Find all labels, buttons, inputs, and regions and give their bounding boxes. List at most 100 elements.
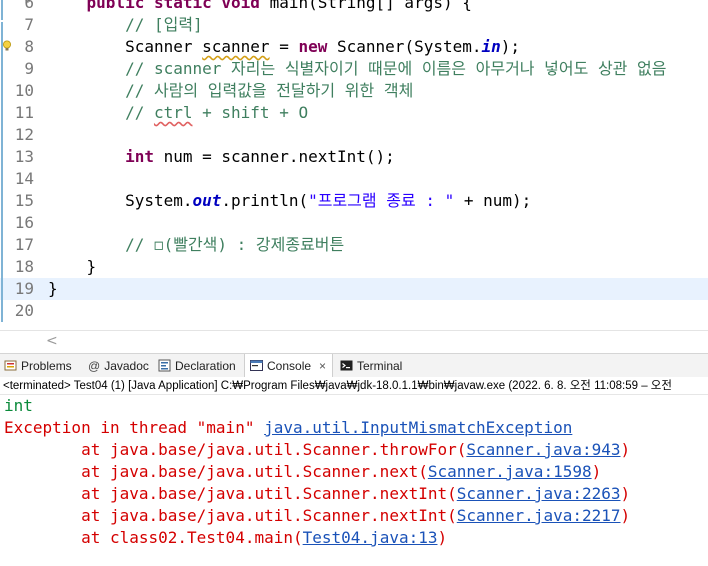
code-token: ); (500, 37, 521, 56)
code-token: // scanner 자리는 식별자이기 때문에 이름은 아무거나 넣어도 상관… (125, 59, 667, 78)
problems-icon (4, 360, 17, 371)
code-token: // ◻(빨간색) : 강제종료버튼 (125, 235, 345, 254)
code-token: new (298, 37, 328, 56)
code-text: Scanner scanner = new Scanner(System.in)… (48, 36, 520, 58)
editor-line[interactable]: 13 int num = scanner.nextInt(); (0, 146, 708, 168)
horizontal-scrollbar[interactable]: < (0, 330, 708, 353)
at-icon: @ (88, 359, 101, 373)
console-input-echo: int (4, 396, 33, 415)
editor-line[interactable]: 15 System.out.println("프로그램 종료 : " + num… (0, 190, 708, 212)
code-token: } (48, 279, 58, 298)
fold-collapse-icon[interactable]: ⊖ (25, 0, 33, 6)
code-token: = (269, 37, 299, 56)
tab-console-label: Console (267, 359, 312, 373)
scroll-left-arrow-icon[interactable]: < (46, 333, 58, 349)
code-text: // ctrl + shift + O (48, 102, 308, 124)
line-number: 14 (14, 169, 34, 188)
source-link[interactable]: Scanner.java:2263 (457, 484, 621, 503)
code-token: public (86, 0, 145, 12)
code-token: + num); (454, 191, 532, 210)
code-token: .println( (221, 191, 309, 210)
warning-lightbulb-icon[interactable] (2, 40, 12, 52)
line-number: 15 (14, 191, 34, 210)
code-text: } (48, 278, 58, 300)
source-link[interactable]: Scanner.java:1598 (428, 462, 592, 481)
code-token: scanner (202, 37, 270, 56)
line-number: 13 (14, 147, 34, 166)
line-number: 20 (14, 301, 34, 320)
code-token: in (481, 37, 501, 56)
tab-console[interactable]: Console × (244, 354, 334, 378)
code-text: System.out.println("프로그램 종료 : " + num); (48, 190, 531, 212)
tab-declaration[interactable]: Declaration (158, 354, 236, 378)
line-number: 11 (14, 103, 34, 122)
editor-line[interactable]: 8 Scanner scanner = new Scanner(System.i… (0, 36, 708, 58)
code-text: // [입력] (48, 14, 203, 36)
editor-line[interactable]: 16 (0, 212, 708, 234)
editor-line[interactable]: 11 // ctrl + shift + O (0, 102, 708, 124)
exception-class-link[interactable]: java.util.InputMismatchException (264, 418, 572, 437)
line-number: 16 (14, 213, 34, 232)
tab-declaration-label: Declaration (175, 359, 236, 373)
line-number: 19 (14, 279, 34, 298)
stack-trace-line: at java.base/java.util.Scanner.next(Scan… (4, 461, 601, 483)
console-status-line: <terminated> Test04 (1) [Java Applicatio… (0, 377, 708, 395)
code-token: int (125, 147, 154, 166)
code-token: main(String[] args) { (259, 0, 472, 12)
code-text: int num = scanner.nextInt(); (48, 146, 395, 168)
source-link[interactable]: Test04.java:13 (303, 528, 438, 547)
code-token: // [입력] (125, 15, 203, 34)
code-token: "프로그램 종료 : " (308, 191, 455, 210)
code-token: + shift + O (192, 103, 309, 122)
tab-problems[interactable]: Problems (4, 354, 72, 378)
tab-terminal[interactable]: Terminal (340, 354, 402, 378)
bottom-panel-tabs: Problems @ Javadoc Declaration Console × T… (0, 353, 708, 378)
code-token: num = scanner.nextInt(); (153, 147, 395, 166)
stack-trace-line: at java.base/java.util.Scanner.throwFor(… (4, 439, 630, 461)
code-token: void (221, 0, 260, 12)
trace-frame: at java.base/java.util.Scanner.next( (4, 462, 428, 481)
line-number: 12 (14, 125, 34, 144)
editor-line[interactable]: 19} (0, 278, 708, 300)
trace-frame: at java.base/java.util.Scanner.nextInt( (4, 484, 457, 503)
editor-line[interactable]: 6 ⊖ public static void main(String[] args… (0, 0, 708, 14)
tab-problems-label: Problems (21, 359, 72, 373)
console-icon (250, 360, 263, 371)
editor-line[interactable]: 20 (0, 300, 708, 322)
exception-line: Exception in thread "main" java.util.Inp… (4, 417, 572, 439)
editor-line[interactable]: 9 // scanner 자리는 식별자이기 때문에 이름은 아무거나 넣어도 … (0, 58, 708, 80)
trace-frame-end: ) (620, 506, 631, 525)
exception-prefix: Exception in thread "main" (4, 418, 265, 437)
tab-javadoc-label: Javadoc (104, 359, 149, 373)
tab-javadoc[interactable]: @ Javadoc (88, 354, 149, 378)
console-output[interactable]: int Exception in thread "main" java.util… (0, 395, 708, 566)
editor-line[interactable]: 10 // 사람의 입력값을 전달하기 위한 객체 (0, 80, 708, 102)
code-editor[interactable]: 6 ⊖ public static void main(String[] args… (0, 0, 708, 330)
source-link[interactable]: Scanner.java:2217 (457, 506, 621, 525)
declaration-icon (158, 359, 171, 372)
close-icon[interactable]: × (319, 359, 326, 373)
code-text: // scanner 자리는 식별자이기 때문에 이름은 아무거나 넣어도 상관… (48, 58, 666, 80)
code-token: out (192, 191, 222, 210)
code-token: System. (48, 191, 193, 210)
editor-line[interactable]: 14 (0, 168, 708, 190)
trace-frame: at class02.Test04.main( (4, 528, 303, 547)
source-link[interactable]: Scanner.java:943 (466, 440, 620, 459)
editor-line[interactable]: 12 (0, 124, 708, 146)
trace-frame-end: ) (591, 462, 602, 481)
trace-frame-end: ) (620, 440, 631, 459)
editor-line[interactable]: 17 // ◻(빨간색) : 강제종료버튼 (0, 234, 708, 256)
editor-line[interactable]: 7 // [입력] (0, 14, 708, 36)
tab-terminal-label: Terminal (357, 359, 403, 373)
code-token: Scanner (48, 37, 203, 56)
code-token: // 사람의 입력값을 전달하기 위한 객체 (125, 81, 414, 100)
code-token: static (153, 0, 212, 12)
editor-line[interactable]: 18 } (0, 256, 708, 278)
